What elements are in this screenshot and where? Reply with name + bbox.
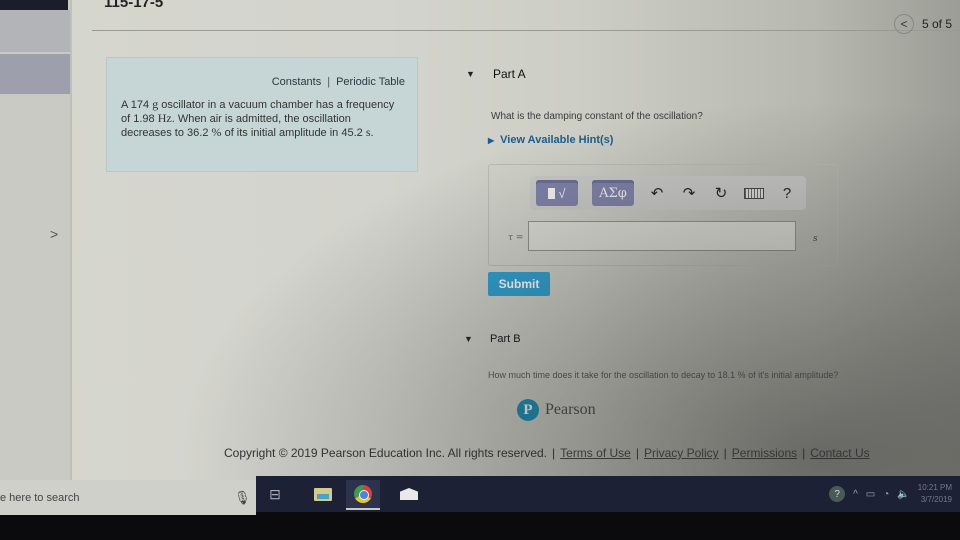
pearson-brand: P Pearson [517,399,596,421]
part-a-label[interactable]: Part A [493,67,526,81]
search-placeholder: e here to search [0,492,80,504]
constants-link[interactable]: Constants [272,76,322,88]
microphone-icon[interactable]: 🎙 [234,490,251,506]
wifi-icon[interactable]: ◔ [883,489,889,500]
clock[interactable]: 10:21 PM 3/7/2019 [918,482,952,506]
greek-symbols-button[interactable]: ΑΣφ [592,180,634,206]
pager: < 5 of 5 [893,14,952,34]
part-a-question: What is the damping constant of the osci… [491,111,703,122]
clock-date: 3/7/2019 [920,495,952,504]
collapse-part-b-icon[interactable]: ▼ [464,334,473,344]
taskbar-search[interactable]: e here to search 🎙 [0,480,256,515]
task-view-button[interactable]: ⊟ [258,480,292,508]
answer-input[interactable] [528,221,796,251]
contact-link[interactable]: Contact Us [810,446,869,460]
chevron-up-icon[interactable]: ^ [853,489,858,500]
collapse-part-a-icon[interactable]: ▼ [466,69,475,79]
help-icon[interactable]: ? [829,486,846,502]
caret-right-icon: ▶ [488,135,495,145]
problem-text: A 174 g oscillator in a vacuum chamber h… [121,98,401,140]
redo-icon[interactable]: ↷ [680,184,698,202]
separator: | [723,446,727,460]
page-count: 5 of 5 [921,17,952,31]
math-toolbar: √ ΑΣφ ↶ ↷ ↻ ? [530,176,806,210]
permissions-link[interactable]: Permissions [732,446,797,460]
assignment-title: 115-17-5 [104,0,164,11]
pearson-logo-icon: P [517,399,539,421]
file-explorer-button[interactable] [306,480,340,508]
chevron-right-icon[interactable]: > [50,226,58,242]
terms-link[interactable]: Terms of Use [560,446,631,460]
separator: | [327,76,331,88]
copyright-text: Copyright © 2019 Pearson Education Inc. … [224,446,548,460]
view-hints-toggle[interactable]: ▶ View Available Hint(s) [488,134,613,146]
template-block-icon [548,187,556,199]
left-sidebar: > [0,0,70,480]
templates-button[interactable]: √ [536,180,578,206]
divider [70,0,72,480]
problem-text-segment: . [370,127,374,139]
undo-icon[interactable]: ↶ [648,184,666,202]
browser-screen: > 115-17-5 < 5 of 5 Constants | Periodic T… [0,0,960,480]
privacy-link[interactable]: Privacy Policy [644,446,719,460]
pearson-wordmark: Pearson [545,401,596,418]
info-links: Constants | Periodic Table [272,76,405,88]
folder-icon [314,487,332,501]
volume-icon[interactable]: 🔈 [897,489,909,500]
header-divider [92,30,960,31]
sidebar-top-bar [0,0,68,10]
clock-time: 10:21 PM [917,483,952,492]
view-hints-label: View Available Hint(s) [500,134,614,146]
system-tray: ? ^ ▭ ◔ 🔈 10:21 PM 3/7/2019 [829,476,952,512]
periodic-table-link[interactable]: Periodic Table [336,76,405,88]
help-icon[interactable]: ? [778,185,796,202]
task-view-icon: ⊟ [269,485,281,502]
separator: | [802,446,806,460]
mail-icon [400,488,418,500]
keyboard-icon[interactable] [744,187,764,199]
part-b-question: How much time does it take for the oscil… [488,370,839,380]
footer: Copyright © 2019 Pearson Education Inc. … [224,446,870,460]
variable-label: τ = [508,233,524,243]
problem-text-segment: A 174 [121,99,153,111]
separator: | [635,446,639,460]
submit-button[interactable]: Submit [488,272,550,296]
sidebar-band-selected[interactable] [0,54,70,94]
problem-info-box: Constants | Periodic Table A 174 g oscilla… [106,57,418,172]
answer-unit: s [813,234,818,244]
part-b-label[interactable]: Part B [490,333,521,345]
problem-text-segment: of its initial amplitude in 45.2 [221,127,366,139]
chrome-button[interactable] [346,480,380,510]
chevron-left-icon[interactable]: < [893,14,914,34]
chrome-icon [354,485,372,503]
unit-percent: % [211,125,222,139]
reset-icon[interactable]: ↻ [712,184,730,202]
separator: | [552,446,556,460]
battery-icon[interactable]: ▭ [866,489,875,500]
mail-button[interactable] [392,480,426,508]
radical-icon: √ [558,185,566,201]
unit-frequency: Hz [157,111,172,125]
taskbar: ⊟ ? ^ ▭ ◔ 🔈 10:21 PM 3/7/2019 [256,476,960,512]
sidebar-band [0,10,70,52]
